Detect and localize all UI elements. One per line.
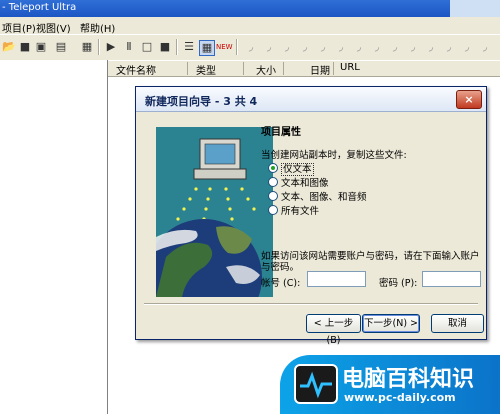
stop-icon[interactable]: □: [140, 40, 154, 54]
menu-view[interactable]: 视图(V): [36, 20, 71, 35]
menu-project[interactable]: 项目(P): [2, 20, 36, 35]
app-title-bar: - Teleport Ultra: [0, 0, 500, 17]
disabled-tool-icon: ◞: [302, 40, 308, 53]
option-label: 所有文件: [281, 206, 320, 217]
account-label: 帐号 (C):: [261, 278, 301, 289]
account-field[interactable]: [307, 271, 366, 287]
properties-icon[interactable]: ▣: [34, 40, 48, 54]
save-icon[interactable]: ■: [18, 40, 32, 54]
column-type[interactable]: 类型: [188, 62, 244, 77]
password-label: 密码 (P):: [379, 278, 418, 289]
column-url[interactable]: URL: [334, 62, 500, 75]
pause-icon[interactable]: Ⅱ: [122, 40, 136, 54]
password-field[interactable]: [422, 271, 481, 287]
section-heading: 项目属性: [261, 127, 301, 138]
option-text-and-images[interactable]: 文本和图像: [268, 175, 329, 189]
watermark-url: www.pc-daily.com: [344, 391, 456, 404]
site-watermark: 电脑百科知识 www.pc-daily.com: [280, 355, 500, 414]
column-size[interactable]: 大小: [244, 62, 284, 77]
disabled-tool-icon: ◞: [428, 40, 434, 53]
option-all-files[interactable]: 所有文件: [268, 203, 319, 217]
dialog-title: 新建项目向导 - 3 共 4: [145, 95, 258, 108]
disabled-tool-icon: ◞: [446, 40, 452, 53]
list-view-icon[interactable]: ☰: [182, 40, 196, 54]
column-file-name[interactable]: 文件名称: [108, 62, 188, 77]
disabled-tool-icon: ◞: [320, 40, 326, 53]
new-project-wizard-dialog: 新建项目向导 - 3 共 4 × 项目属性 当创建网站副本时，复制这些文件: 仅…: [135, 86, 487, 346]
disabled-tool-icon: ◞: [284, 40, 290, 53]
toolbar: 📂 ■ ▣ ▤ ▦ ▶ Ⅱ □ ■ ☰ ▦ NEW ◞ ◞ ◞ ◞ ◞ ◞ ◞ …: [0, 34, 500, 62]
menu-bar: 项目(P) 视图(V) 帮助(H): [0, 17, 500, 35]
disabled-tool-icon: ◞: [374, 40, 380, 53]
file-list-header: 文件名称 类型 大小 日期 URL: [108, 61, 500, 77]
monitor-logo-icon: [294, 364, 338, 404]
option-label: 文本、图像、和音频: [281, 192, 367, 203]
title-bar-controls[interactable]: [450, 0, 500, 17]
disabled-tool-icon: ◞: [482, 40, 488, 53]
app-title: - Teleport Ultra: [2, 2, 77, 13]
menu-help[interactable]: 帮助(H): [80, 20, 115, 35]
radio-icon[interactable]: [268, 177, 278, 187]
toolbar-separator: [98, 39, 100, 55]
dialog-title-bar: 新建项目向导 - 3 共 4 ×: [136, 87, 486, 112]
next-button[interactable]: 下一步(N) >: [362, 314, 420, 333]
disabled-tool-icon: ◞: [266, 40, 272, 53]
radio-icon[interactable]: [268, 205, 278, 215]
disabled-tool-icon: ◞: [338, 40, 344, 53]
record-icon[interactable]: ■: [158, 40, 172, 54]
disabled-tool-icon: ◞: [248, 40, 254, 53]
project-tree-pane[interactable]: [0, 60, 108, 414]
wizard-illustration: [156, 127, 273, 297]
column-date[interactable]: 日期: [284, 62, 334, 77]
cancel-button[interactable]: 取消: [431, 314, 484, 333]
instruction-text: 当创建网站副本时，复制这些文件:: [261, 150, 407, 161]
disabled-tool-icon: ◞: [392, 40, 398, 53]
back-button[interactable]: < 上一步(B): [306, 314, 361, 346]
watermark-title: 电脑百科知识: [342, 367, 475, 392]
page-icon[interactable]: ▦: [80, 40, 94, 54]
radio-selected-icon[interactable]: [268, 163, 278, 173]
option-text-only[interactable]: 仅文本: [268, 161, 314, 176]
disabled-tool-icon: ◞: [410, 40, 416, 53]
dialog-divider: [144, 303, 478, 305]
account-note: 如果访问该网站需要账户与密码，请在下面输入账户与密码。: [261, 251, 480, 273]
option-text-images-audio[interactable]: 文本、图像、和音频: [268, 189, 367, 203]
toolbar-separator: [236, 39, 238, 55]
disabled-tool-icon: ◞: [356, 40, 362, 53]
new-folder-icon[interactable]: ▤: [54, 40, 68, 54]
disabled-tool-icon: ◞: [464, 40, 470, 53]
option-label: 文本和图像: [281, 178, 329, 189]
new-project-icon[interactable]: NEW: [216, 40, 233, 54]
play-icon[interactable]: ▶: [104, 40, 118, 54]
grid-view-icon[interactable]: ▦: [199, 40, 215, 56]
open-folder-icon[interactable]: 📂: [2, 40, 16, 54]
toolbar-separator: [176, 39, 178, 55]
close-button[interactable]: ×: [456, 90, 482, 109]
radio-icon[interactable]: [268, 191, 278, 201]
computer-globe-icon: [156, 127, 273, 297]
